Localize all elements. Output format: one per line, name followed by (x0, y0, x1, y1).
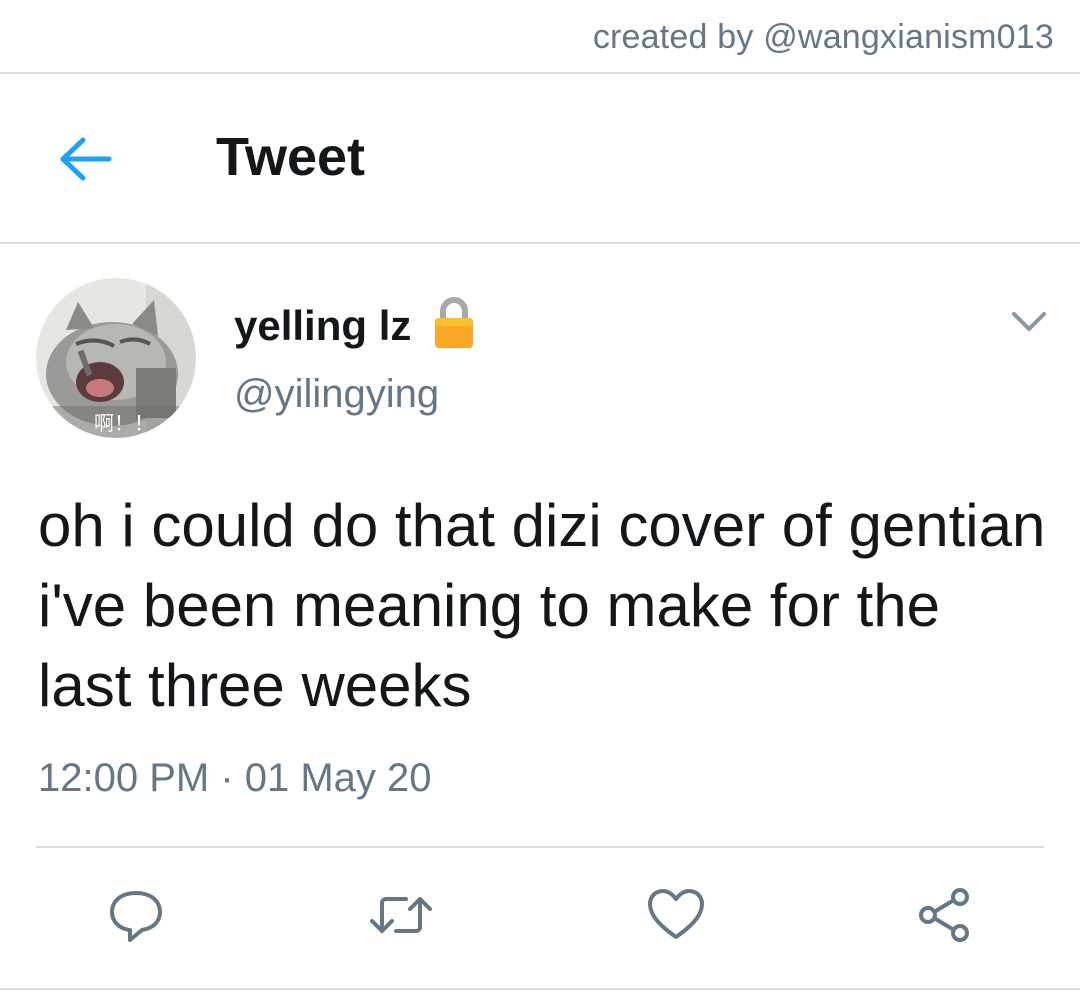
tweet-timestamp[interactable]: 12:00 PM · 01 May 20 (38, 756, 432, 801)
creator-credit: created by @wangxianism013 (592, 18, 1054, 56)
retweet-button[interactable] (366, 880, 436, 950)
action-bar (0, 880, 1080, 950)
top-divider (0, 72, 1080, 74)
tweet-header: Tweet (0, 76, 1080, 242)
author-handle[interactable]: @yilingying (234, 372, 439, 417)
tweet-text: oh i could do that dizi cover of gentian… (38, 492, 1046, 719)
header-divider (0, 242, 1080, 244)
back-button[interactable] (50, 128, 120, 190)
page-title: Tweet (216, 127, 366, 187)
tweet-menu-button[interactable] (1004, 302, 1054, 342)
retweet-icon (370, 897, 432, 933)
share-icon (919, 888, 969, 942)
author-display-name[interactable]: yelling lz (234, 302, 411, 350)
like-button[interactable] (641, 880, 711, 950)
reply-button[interactable] (101, 880, 171, 950)
lock-icon (432, 296, 476, 350)
share-button[interactable] (909, 880, 979, 950)
chevron-down-icon (1012, 312, 1046, 331)
avatar[interactable]: 啊！！ (36, 278, 196, 438)
cat-avatar-image: 啊！！ (36, 278, 196, 438)
speech-bubble-icon (110, 891, 162, 942)
arrow-left-icon (60, 137, 112, 181)
bottom-divider (0, 988, 1080, 990)
actions-divider (36, 846, 1044, 848)
heart-icon (648, 889, 704, 939)
avatar-caption: 啊！！ (94, 411, 154, 435)
